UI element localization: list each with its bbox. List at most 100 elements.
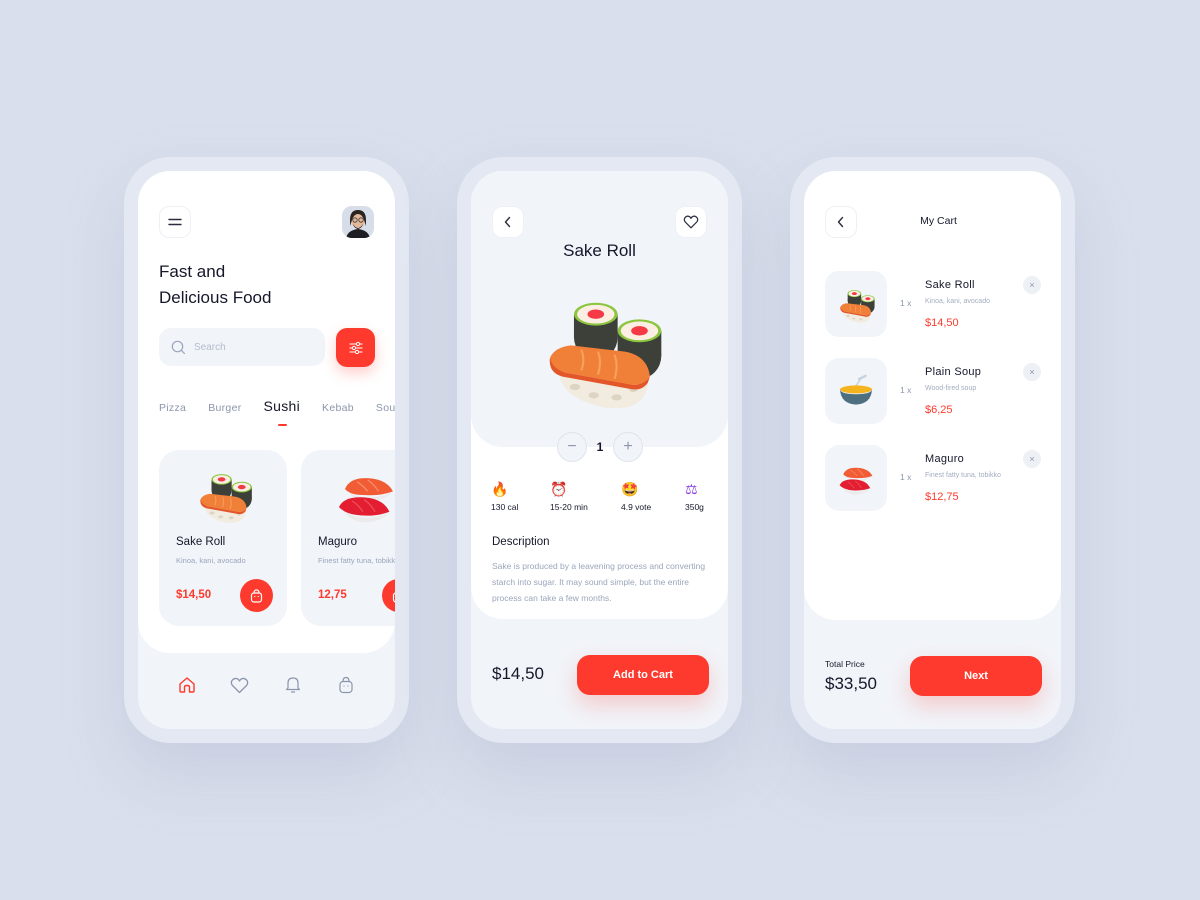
search-field[interactable] xyxy=(159,328,325,366)
next-button[interactable]: Next xyxy=(910,656,1042,696)
tab-sushi[interactable]: Sushi xyxy=(264,398,301,428)
stat-weight: ⚖ 350g xyxy=(685,480,704,512)
headline-line-2: Delicious Food xyxy=(159,288,272,307)
cart-item-name: Maguro xyxy=(925,453,965,465)
stat-calories: 🔥 130 cal xyxy=(491,480,518,512)
total-price-value: $33,50 xyxy=(825,674,877,693)
cart-item: 1 x Plain Soup Wood-fired soup $6,25 × xyxy=(825,358,1041,424)
category-tabs: Pizza Burger Sushi Kebab Soup xyxy=(159,398,395,428)
nav-favorites[interactable] xyxy=(226,671,254,699)
detail-hero: Sake Roll xyxy=(471,171,728,447)
cart-panel: My Cart 1 x Sake Roll Kinoa, kani, avoca… xyxy=(804,171,1061,620)
avatar-icon xyxy=(342,206,374,238)
maguro-image xyxy=(338,477,394,524)
cart-screen: My Cart 1 x Sake Roll Kinoa, kani, avoca… xyxy=(804,171,1061,729)
add-to-cart-button[interactable]: Add to Cart xyxy=(577,655,709,695)
description-heading: Description xyxy=(492,536,550,548)
heart-icon xyxy=(231,677,249,693)
cart-item-desc: Kinoa, kani, avocado xyxy=(925,298,990,305)
stat-value: 15-20 min xyxy=(550,502,588,512)
product-name: Maguro xyxy=(318,536,357,548)
hamburger-menu-icon xyxy=(168,218,182,226)
tab-burger[interactable]: Burger xyxy=(208,398,241,428)
soup-bowl-image xyxy=(838,374,874,406)
remove-item-button[interactable]: × xyxy=(1023,363,1041,381)
sliders-filter-icon xyxy=(348,341,363,354)
bottom-nav xyxy=(138,671,395,701)
phone-detail-screen: Sake Roll − 1 + 🔥 130 cal ⏰ 15-20 min 🤩 … xyxy=(457,157,742,743)
alarm-clock-icon: ⏰ xyxy=(550,481,568,497)
add-to-bag-button[interactable] xyxy=(382,579,395,612)
heart-icon xyxy=(683,215,699,229)
cart-item-price: $14,50 xyxy=(925,317,959,329)
cart-item-desc: Finest fatty tuna, tobikko xyxy=(925,472,1001,479)
user-avatar[interactable] xyxy=(342,206,374,238)
scale-icon: ⚖ xyxy=(685,481,698,497)
cart-item: 1 x Sake Roll Kinoa, kani, avocado $14,5… xyxy=(825,271,1041,337)
headline-line-1: Fast and xyxy=(159,262,226,281)
cart-item-price: $6,25 xyxy=(925,404,953,416)
stat-value: 4.9 vote xyxy=(621,502,652,512)
product-title: Sake Roll xyxy=(563,241,636,260)
remove-item-button[interactable]: × xyxy=(1023,450,1041,468)
shopping-bag-icon xyxy=(250,588,263,603)
home-main-panel: Fast and Delicious Food Pizza Burger Sus… xyxy=(138,171,395,653)
home-screen: Fast and Delicious Food Pizza Burger Sus… xyxy=(138,171,395,729)
sake-roll-image xyxy=(199,473,253,524)
description-text: Sake is produced by a leavening process … xyxy=(492,561,706,603)
stat-value: 130 cal xyxy=(491,502,519,512)
product-card[interactable]: Sake Roll Kinoa, kani, avocado $14,50 xyxy=(159,450,287,626)
sake-roll-image xyxy=(839,289,875,323)
stat-time: ⏰ 15-20 min xyxy=(550,480,588,512)
home-icon xyxy=(178,677,195,693)
sake-roll-image xyxy=(548,301,663,410)
product-card[interactable]: Maguro Finest fatty tuna, tobikko 12,75 xyxy=(301,450,395,626)
favorite-button[interactable] xyxy=(675,206,707,238)
back-button[interactable] xyxy=(492,206,524,238)
cart-item-name: Sake Roll xyxy=(925,279,975,291)
bell-icon xyxy=(286,677,301,693)
shopping-bag-icon xyxy=(392,592,395,602)
cart-item-name: Plain Soup xyxy=(925,366,982,378)
quantity-stepper: − 1 + xyxy=(557,432,643,462)
quantity-value: 1 xyxy=(596,440,604,454)
search-icon xyxy=(171,340,186,354)
product-price: $14,50 xyxy=(176,589,212,601)
nav-notifications[interactable] xyxy=(279,671,307,699)
stat-value: 350g xyxy=(685,502,704,512)
page-headline: Fast and Delicious Food xyxy=(159,259,359,311)
maguro-image xyxy=(839,467,873,496)
cart-item-quantity: 1 x xyxy=(900,298,912,308)
cart-item-quantity: 1 x xyxy=(900,385,912,395)
cart-item-thumbnail xyxy=(825,271,887,337)
star-struck-icon: 🤩 xyxy=(621,481,639,497)
fire-icon: 🔥 xyxy=(491,481,509,497)
chevron-left-icon xyxy=(504,216,511,228)
add-to-bag-button[interactable] xyxy=(240,579,273,612)
tab-soup[interactable]: Soup xyxy=(376,398,395,428)
decrease-quantity-button[interactable]: − xyxy=(557,432,587,462)
nav-bag[interactable] xyxy=(332,671,360,699)
increase-quantity-button[interactable]: + xyxy=(613,432,643,462)
nav-home[interactable] xyxy=(173,671,201,699)
phone-home-screen: Fast and Delicious Food Pizza Burger Sus… xyxy=(124,157,409,743)
product-desc: Finest fatty tuna, tobikko xyxy=(318,556,395,565)
phone-cart-screen: My Cart 1 x Sake Roll Kinoa, kani, avoca… xyxy=(790,157,1075,743)
search-input[interactable] xyxy=(194,341,304,353)
tab-kebab[interactable]: Kebab xyxy=(322,398,354,428)
cart-item-desc: Wood-fired soup xyxy=(925,385,977,392)
tab-pizza[interactable]: Pizza xyxy=(159,398,186,428)
menu-button[interactable] xyxy=(159,206,191,238)
nutrition-stats: 🔥 130 cal ⏰ 15-20 min 🤩 4.9 vote ⚖ 350g xyxy=(491,480,708,520)
cart-item-quantity: 1 x xyxy=(900,472,912,482)
product-price: 12,75 xyxy=(318,589,347,601)
cart-item-price: $12,75 xyxy=(925,491,959,503)
shopping-bag-icon xyxy=(339,676,353,694)
detail-screen: Sake Roll − 1 + 🔥 130 cal ⏰ 15-20 min 🤩 … xyxy=(471,171,728,729)
cart-title: My Cart xyxy=(920,215,957,227)
product-price: $14,50 xyxy=(492,664,544,683)
cart-item: 1 x Maguro Finest fatty tuna, tobikko $1… xyxy=(825,445,1041,511)
cart-item-thumbnail xyxy=(825,358,887,424)
filter-button[interactable] xyxy=(336,328,375,367)
remove-item-button[interactable]: × xyxy=(1023,276,1041,294)
